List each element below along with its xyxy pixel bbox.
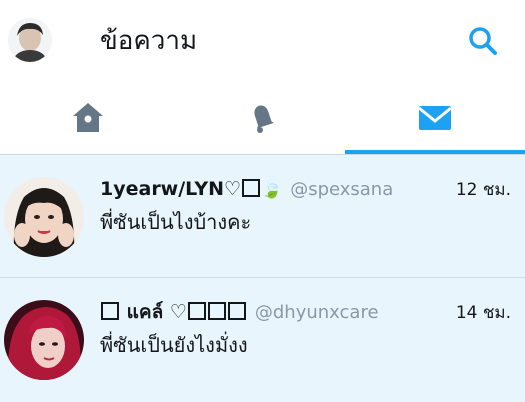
bell-icon — [253, 105, 274, 133]
display-name: 1yearw/LYN♡ — [100, 178, 242, 200]
placeholder-glyph — [227, 302, 246, 320]
tab-home[interactable] — [0, 82, 175, 154]
conversation-name: แคล์ ♡ @dhyunxcare — [100, 298, 379, 327]
tab-bar — [0, 82, 525, 155]
placeholder-glyph — [242, 179, 261, 197]
conversation-list: 1yearw/LYN♡ 🍃 @spexsana 12 ชม. พี่ซันเป็นไ… — [0, 155, 525, 402]
timestamp: 12 ชม. — [455, 180, 511, 200]
conversation-name: 1yearw/LYN♡ 🍃 @spexsana — [100, 175, 393, 204]
message-preview: พี่ซันเป็นไงบ้างคะ — [100, 210, 252, 234]
tab-messages[interactable] — [345, 82, 525, 154]
avatar[interactable] — [4, 300, 84, 380]
tab-notifications[interactable] — [175, 82, 350, 154]
user-handle: @dhyunxcare — [254, 302, 379, 323]
envelope-icon — [418, 106, 452, 130]
leaf-emoji: 🍃 — [261, 180, 283, 200]
placeholder-glyph — [207, 302, 226, 320]
conversation-row[interactable]: แคล์ ♡ @dhyunxcare 14 ชม. พี่ซันเป็นยังไง… — [0, 278, 525, 400]
display-name: แคล์ ♡ — [126, 301, 187, 323]
home-icon — [72, 103, 103, 132]
user-handle: @spexsana — [290, 179, 394, 200]
page-title: ข้อความ — [100, 26, 198, 56]
timestamp: 14 ชม. — [455, 303, 511, 323]
conversation-row[interactable]: 1yearw/LYN♡ 🍃 @spexsana 12 ชม. พี่ซันเป็นไ… — [0, 155, 525, 278]
avatar[interactable] — [4, 177, 84, 257]
search-icon[interactable] — [466, 24, 500, 58]
placeholder-glyph — [101, 302, 119, 320]
message-preview: พี่ซันเป็นยังไงมั่งง — [100, 333, 248, 357]
top-bar: ข้อความ — [0, 0, 525, 82]
messages-screen: ข้อความ 1yearw/LYN♡ 🍃 @spexsana 12 ชม. พ… — [0, 0, 525, 402]
placeholder-glyph — [187, 302, 206, 320]
user-avatar-icon[interactable] — [8, 18, 52, 62]
